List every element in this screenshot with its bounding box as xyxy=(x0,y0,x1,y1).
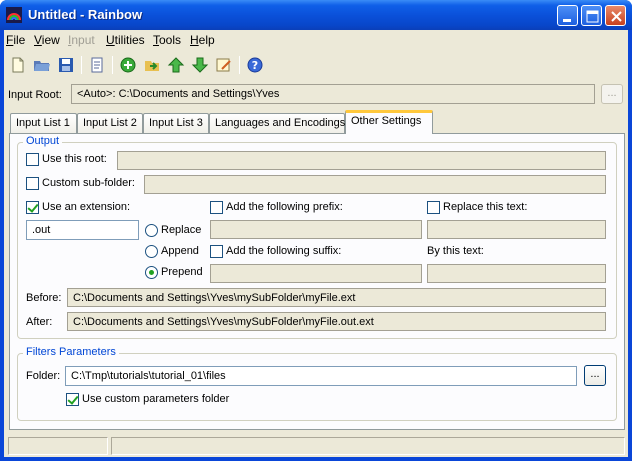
menu-label-rest: tilities xyxy=(114,33,145,47)
menu-accelerator: V xyxy=(34,33,42,47)
filters-group-title: Filters Parameters xyxy=(23,346,119,358)
tab-other-settings[interactable]: Other Settings xyxy=(345,110,433,134)
menu-bar: File View Input Utilities Tools Help xyxy=(4,30,628,49)
after-field: C:\Documents and Settings\Yves\mySubFold… xyxy=(67,312,606,331)
menu-label-rest: ile xyxy=(13,33,26,47)
replace-radio[interactable] xyxy=(145,224,158,237)
help-icon[interactable]: ? xyxy=(245,55,265,75)
save-icon[interactable] xyxy=(56,55,76,75)
move-down-icon[interactable] xyxy=(190,55,210,75)
status-pane-2 xyxy=(111,437,625,455)
add-suffix-label: Add the following suffix: xyxy=(226,245,342,257)
output-group-title: Output xyxy=(23,135,63,147)
add-prefix-checkbox[interactable] xyxy=(210,201,223,214)
maximize-button[interactable] xyxy=(581,5,602,26)
use-extension-checkbox[interactable] xyxy=(26,201,39,214)
prepend-radio-label: Prepend xyxy=(161,266,203,278)
replace-radio-label: Replace xyxy=(161,224,202,236)
menu-view[interactable]: View xyxy=(34,33,60,47)
open-icon[interactable] xyxy=(32,55,52,75)
status-pane-1 xyxy=(8,437,108,455)
custom-subfolder-label: Custom sub-folder: xyxy=(42,177,135,189)
other-settings-panel: Output Use this root: Custom sub-folder:… xyxy=(9,133,625,430)
toolbar-separator xyxy=(81,56,82,74)
after-label: After: xyxy=(26,316,53,328)
folder-label: Folder: xyxy=(26,370,61,382)
close-button[interactable] xyxy=(605,5,626,26)
use-root-checkbox[interactable] xyxy=(26,153,39,166)
move-up-icon[interactable] xyxy=(166,55,186,75)
before-label: Before: xyxy=(26,292,62,304)
output-group xyxy=(17,142,617,339)
input-root-label: Input Root: xyxy=(8,89,62,101)
notes-icon[interactable] xyxy=(87,55,107,75)
by-text-field xyxy=(427,264,606,283)
append-radio[interactable] xyxy=(145,245,158,258)
before-field: C:\Documents and Settings\Yves\mySubFold… xyxy=(67,288,606,307)
filters-group xyxy=(17,353,617,421)
menu-label-rest: elp xyxy=(198,33,215,47)
title-bar[interactable]: Untitled - Rainbow xyxy=(0,0,632,30)
replace-text-field xyxy=(427,220,606,239)
input-root-field: <Auto>: C:\Documents and Settings\Yves xyxy=(71,84,595,104)
use-root-field xyxy=(117,151,606,170)
menu-input[interactable]: Input xyxy=(68,33,95,47)
menu-label-rest: ools xyxy=(159,33,182,47)
minimize-icon xyxy=(563,19,571,22)
use-custom-folder-checkbox[interactable] xyxy=(66,393,79,406)
add-icon[interactable] xyxy=(118,55,138,75)
tab-input-list-3[interactable]: Input List 3 xyxy=(143,113,209,133)
add-suffix-checkbox[interactable] xyxy=(210,245,223,258)
replace-text-checkbox[interactable] xyxy=(427,201,440,214)
svg-text:?: ? xyxy=(252,59,258,72)
new-icon[interactable] xyxy=(8,55,28,75)
prepend-radio[interactable] xyxy=(145,266,158,279)
window-title: Untitled - Rainbow xyxy=(28,7,143,22)
menu-accelerator: H xyxy=(190,33,199,47)
menu-label-rest: nput xyxy=(71,33,95,47)
custom-subfolder-checkbox[interactable] xyxy=(26,177,39,190)
use-custom-folder-label: Use custom parameters folder xyxy=(82,393,230,405)
maximize-icon xyxy=(586,10,599,23)
menu-label-rest: iew xyxy=(41,33,60,47)
add-suffix-field xyxy=(210,264,422,283)
extension-input[interactable]: .out xyxy=(26,220,139,240)
toolbar-separator xyxy=(112,56,113,74)
menu-file[interactable]: File xyxy=(6,33,25,47)
edit-icon[interactable] xyxy=(214,55,234,75)
minimize-button[interactable] xyxy=(557,5,578,26)
rainbow-app-icon xyxy=(6,7,22,23)
by-text-label: By this text: xyxy=(427,245,484,257)
tab-languages-encodings[interactable]: Languages and Encodings xyxy=(209,113,345,133)
import-icon[interactable] xyxy=(142,55,162,75)
folder-input[interactable]: C:\Tmp\tutorials\tutorial_01\files xyxy=(65,366,577,386)
menu-accelerator: U xyxy=(106,33,115,47)
menu-tools[interactable]: Tools xyxy=(153,33,181,47)
close-icon xyxy=(611,11,622,22)
status-bar xyxy=(4,434,628,457)
menu-help[interactable]: Help xyxy=(190,33,215,47)
folder-browse-button[interactable]: ... xyxy=(584,365,606,386)
append-radio-label: Append xyxy=(161,245,199,257)
tab-input-list-1[interactable]: Input List 1 xyxy=(10,113,77,133)
input-root-browse-button[interactable]: ... xyxy=(601,84,623,104)
toolbar: ? xyxy=(4,51,628,79)
client-area: File View Input Utilities Tools Help ? Input … xyxy=(4,30,628,457)
add-prefix-field xyxy=(210,220,422,239)
add-prefix-label: Add the following prefix: xyxy=(226,201,343,213)
tab-input-list-2[interactable]: Input List 2 xyxy=(77,113,143,133)
use-root-label: Use this root: xyxy=(42,153,107,165)
app-window: Untitled - Rainbow File View Input Utilitie… xyxy=(0,0,632,461)
replace-text-label: Replace this text: xyxy=(443,201,528,213)
use-extension-label: Use an extension: xyxy=(42,201,131,213)
menu-utilities[interactable]: Utilities xyxy=(106,33,145,47)
toolbar-separator xyxy=(239,56,240,74)
custom-subfolder-field xyxy=(144,175,606,194)
